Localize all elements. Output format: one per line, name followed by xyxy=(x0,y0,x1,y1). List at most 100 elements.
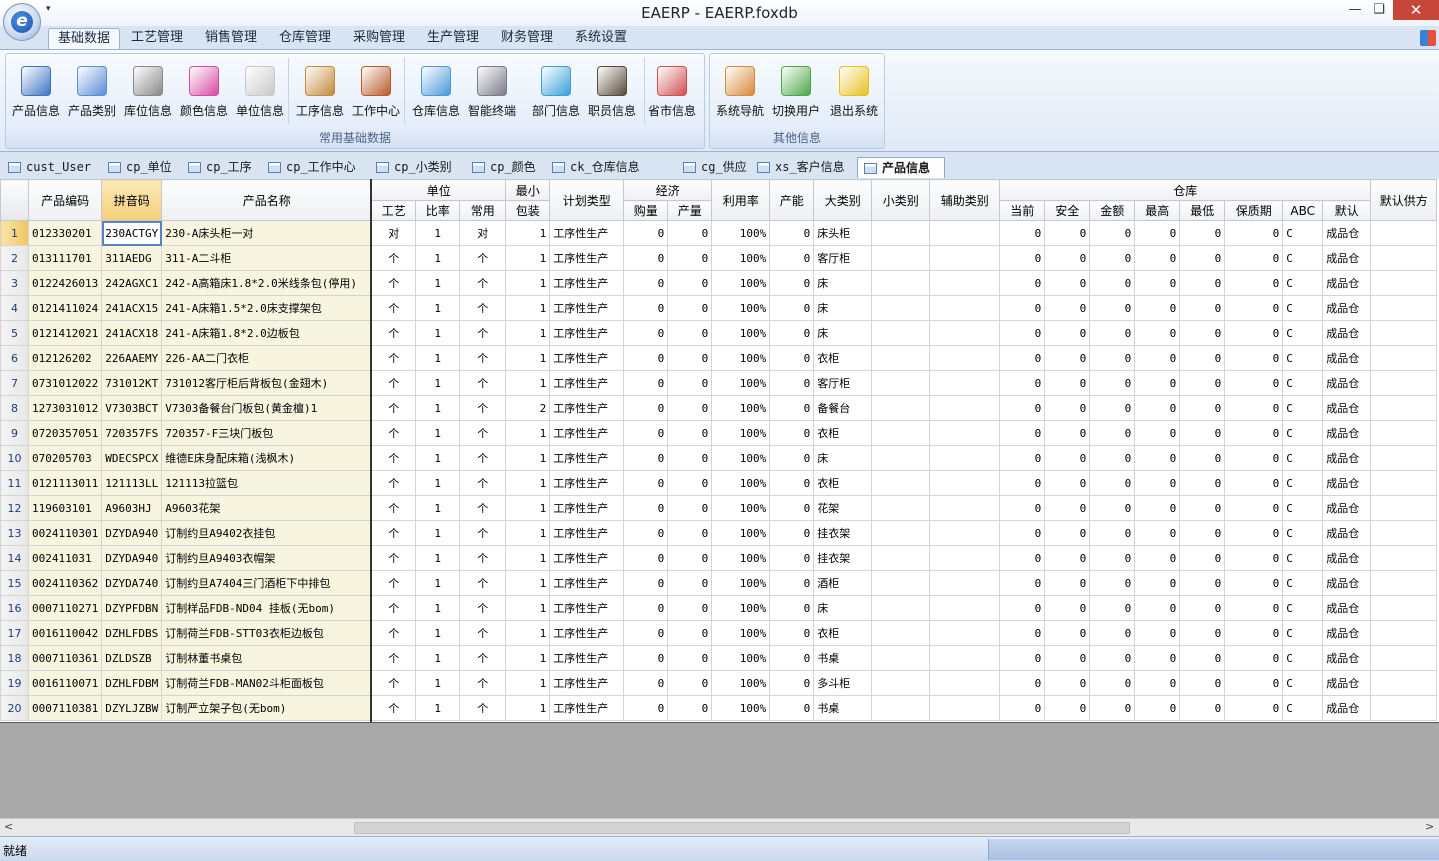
table-cell[interactable]: 0 xyxy=(1179,695,1226,721)
table-cell[interactable] xyxy=(929,695,1001,721)
column-header-minor[interactable]: 小类别 xyxy=(871,179,931,221)
table-cell[interactable]: 0 xyxy=(1179,420,1226,446)
table-cell[interactable]: 个 xyxy=(371,245,417,271)
ribbon-button[interactable]: 产品类别 xyxy=(64,62,120,122)
menu-tab[interactable]: 仓库管理 xyxy=(270,28,340,50)
table-cell[interactable]: 床 xyxy=(813,295,873,321)
table-cell[interactable]: 100% xyxy=(711,420,771,446)
table-cell[interactable] xyxy=(1370,470,1438,496)
table-cell[interactable]: 0 xyxy=(1179,570,1226,596)
table-cell[interactable]: 0 xyxy=(1089,570,1136,596)
table-cell[interactable]: 1 xyxy=(415,320,461,346)
table-cell[interactable] xyxy=(1370,345,1438,371)
table-cell[interactable]: 0 xyxy=(1179,520,1226,546)
row-number[interactable]: 19 xyxy=(0,670,29,696)
ribbon-button[interactable]: 职员信息 xyxy=(584,62,640,122)
table-cell[interactable] xyxy=(929,495,1001,521)
table-cell[interactable]: 0 xyxy=(769,345,815,371)
table-cell[interactable]: 1 xyxy=(505,645,551,671)
table-cell[interactable]: 0 xyxy=(623,620,669,646)
table-cell[interactable]: 个 xyxy=(371,295,417,321)
product-grid[interactable]: 产品编码 拼音码 产品名称 单位 最小 计划类型 经济 利用率 产能 大类别 小类别 辅助类别 仓库 默认… xyxy=(0,179,1439,722)
table-row[interactable]: 6 012126202 226AAEMY 226-AA二门衣柜个 1 个 1 工序性生产 0 0 1… xyxy=(0,345,1438,371)
column-header-name[interactable]: 产品名称 xyxy=(161,179,373,221)
menu-tab[interactable]: 销售管理 xyxy=(196,28,266,50)
table-cell[interactable]: 0 xyxy=(1224,370,1284,396)
table-cell[interactable]: 0 xyxy=(999,670,1046,696)
table-cell[interactable]: 0 xyxy=(667,470,713,496)
table-cell[interactable]: 0 xyxy=(667,295,713,321)
table-cell[interactable]: 100% xyxy=(711,270,771,296)
table-cell[interactable]: C xyxy=(1282,645,1324,671)
table-cell[interactable]: 0 xyxy=(1089,545,1136,571)
table-cell[interactable]: 个 xyxy=(459,345,507,371)
table-cell[interactable]: 1 xyxy=(505,320,551,346)
table-cell[interactable]: 242AGXC1 xyxy=(101,270,163,296)
table-cell[interactable]: 工序性生产 xyxy=(549,570,625,596)
table-cell[interactable] xyxy=(871,420,931,446)
row-number[interactable]: 5 xyxy=(0,320,29,346)
table-cell[interactable]: 1 xyxy=(505,245,551,271)
table-cell[interactable]: 工序性生产 xyxy=(549,695,625,721)
table-cell[interactable]: 0 xyxy=(769,445,815,471)
document-tab[interactable]: cg_供应商 xyxy=(677,157,749,195)
table-cell[interactable]: 0 xyxy=(999,620,1046,646)
table-cell[interactable] xyxy=(871,470,931,496)
table-cell[interactable] xyxy=(929,670,1001,696)
table-cell[interactable]: 0 xyxy=(769,670,815,696)
table-cell[interactable]: 0 xyxy=(1134,295,1181,321)
table-cell[interactable]: 0 xyxy=(623,670,669,696)
table-cell[interactable]: 0 xyxy=(1179,670,1226,696)
table-cell[interactable]: 0 xyxy=(1044,420,1091,446)
table-row[interactable]: 17 0016110042 DZHLFDBS 订制荷兰FDB-STT03衣柜边板包个 1… xyxy=(0,620,1438,646)
table-cell[interactable] xyxy=(1370,695,1438,721)
table-cell[interactable]: 0 xyxy=(623,220,669,246)
table-cell[interactable]: 工序性生产 xyxy=(549,345,625,371)
table-cell[interactable]: 0 xyxy=(1089,220,1136,246)
table-cell[interactable]: 0 xyxy=(1044,270,1091,296)
table-row[interactable]: 20 0007110381 DZYLJZBW 订制严立架子包(无bom) 个 1 个 1 工序性… xyxy=(0,695,1438,721)
table-cell[interactable]: 工序性生产 xyxy=(549,220,625,246)
table-cell[interactable]: 0024110362 xyxy=(27,570,103,596)
table-cell[interactable]: 对 xyxy=(371,220,417,246)
table-cell[interactable]: 241-A床箱1.8*2.0边板包 xyxy=(161,320,373,346)
table-cell[interactable]: 1 xyxy=(505,445,551,471)
table-cell[interactable]: 1273031012 xyxy=(27,395,103,421)
document-tab[interactable]: cp_单位 xyxy=(102,157,180,178)
table-cell[interactable]: 床 xyxy=(813,445,873,471)
table-cell[interactable]: 成品仓 xyxy=(1322,695,1372,721)
table-cell[interactable]: 1 xyxy=(415,545,461,571)
table-cell[interactable]: 2 xyxy=(505,395,551,421)
table-cell[interactable]: C xyxy=(1282,695,1324,721)
table-cell[interactable]: 衣柜 xyxy=(813,420,873,446)
table-cell[interactable]: 个 xyxy=(459,520,507,546)
column-header-craft[interactable]: 工艺 xyxy=(371,200,417,221)
table-cell[interactable]: 013111701 xyxy=(27,245,103,271)
table-cell[interactable]: 0731012022 xyxy=(27,370,103,396)
table-cell[interactable]: 0 xyxy=(1224,320,1284,346)
table-cell[interactable]: 0 xyxy=(623,695,669,721)
table-cell[interactable]: A9603花架 xyxy=(161,495,373,521)
table-cell[interactable] xyxy=(871,370,931,396)
table-cell[interactable]: 个 xyxy=(459,470,507,496)
table-cell[interactable]: 0 xyxy=(667,370,713,396)
table-cell[interactable]: 0 xyxy=(1089,470,1136,496)
table-cell[interactable]: 0016110071 xyxy=(27,670,103,696)
table-cell[interactable]: 100% xyxy=(711,220,771,246)
document-tab[interactable]: 产品信息 xyxy=(857,157,945,178)
table-cell[interactable]: 0 xyxy=(1134,620,1181,646)
table-cell[interactable]: 012126202 xyxy=(27,345,103,371)
table-cell[interactable]: 0 xyxy=(1224,445,1284,471)
table-cell[interactable]: 0 xyxy=(1224,570,1284,596)
table-cell[interactable] xyxy=(871,295,931,321)
table-cell[interactable]: 个 xyxy=(459,670,507,696)
column-header-minpack[interactable]: 最小 xyxy=(505,179,551,201)
table-cell[interactable]: 个 xyxy=(371,695,417,721)
table-cell[interactable]: 0 xyxy=(1179,470,1226,496)
table-cell[interactable] xyxy=(929,320,1001,346)
table-cell[interactable]: 1 xyxy=(415,620,461,646)
scroll-left-icon[interactable]: < xyxy=(4,820,13,833)
table-cell[interactable]: 0 xyxy=(1044,245,1091,271)
table-cell[interactable] xyxy=(929,220,1001,246)
table-cell[interactable]: 0 xyxy=(1179,595,1226,621)
